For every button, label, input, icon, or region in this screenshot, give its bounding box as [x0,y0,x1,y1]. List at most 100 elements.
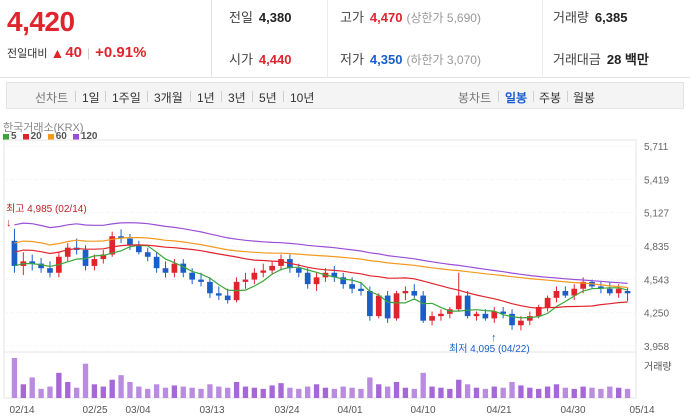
volume-bar [38,388,44,398]
volume-bar [207,384,213,398]
volume-bar [127,382,133,398]
volume-bar [544,386,551,398]
candle-body [304,272,311,285]
x-tick-label: 04/10 [410,405,435,416]
candle-body [438,313,444,317]
candle-body [349,284,355,289]
volume-bar [29,377,35,398]
y-tick-label: 4,543 [644,275,669,286]
candle-body [127,238,133,246]
candle-body [224,295,231,301]
candle-body [171,263,178,273]
price-chart[interactable]: 5,711 5,419 5,127 4,835 4,543 4,250 3,958 최고 4,… [0,0,690,416]
volume-bar [171,385,178,398]
volume-bar [305,386,311,398]
candle-body [473,313,480,317]
volume-bar [384,386,391,398]
candle-body [295,268,302,273]
candle-body [464,295,471,317]
x-tick-label: 04/30 [560,405,585,416]
high-annotation: 최고 4,985 (02/14) [6,203,87,215]
volume-bar [296,388,302,398]
volume-bar [589,387,595,398]
candle-body [358,288,364,292]
volume-bar [482,388,489,398]
volume-bar [358,388,364,398]
volume-bar [464,384,471,398]
candle-body [482,313,489,319]
volume-bar [509,382,515,398]
volume-bar [91,384,98,398]
volume-bar [225,387,231,398]
volume-bar [269,385,275,398]
volume-bar [518,385,524,398]
volume-bar [11,358,18,398]
candle-body [402,291,409,294]
volume-bar [553,384,560,398]
volume-bar [616,387,622,398]
volume-bar [473,387,480,398]
volume-bar [367,377,373,398]
volume-bar [571,388,577,398]
candle-body [518,320,524,326]
volume-bar [624,388,631,398]
volume-bar [491,386,497,398]
volume-bar [118,375,124,398]
volume-bar [216,386,222,398]
volume-bar [376,384,382,398]
ma-line-60 [14,236,628,289]
y-tick-label: 5,127 [644,209,669,220]
volume-bar [65,382,71,398]
volume-bar [411,388,417,398]
x-tick-label: 03/04 [125,405,150,416]
volume-bar [393,382,400,398]
volume-bar [242,386,249,398]
candle-body [615,288,622,294]
candle-body [491,311,498,319]
x-tick-label: 02/14 [9,405,34,416]
candle-body [509,313,515,326]
candle-body [411,291,418,296]
candle-body [420,295,427,321]
volume-bar [73,387,80,398]
candle-body [242,279,249,282]
volume-bar [447,388,453,398]
volume-bar [278,383,284,398]
low-arrow-icon: ↑ [491,332,497,344]
x-tick-label: 05/14 [629,405,654,416]
candle-body [144,252,151,257]
candle-body [198,279,204,282]
volume-bar [20,384,26,398]
volume-bar [145,388,151,398]
volume-bar [189,387,195,398]
volume-bar [562,387,569,398]
volume-bar [100,386,106,398]
volume-bar [82,363,89,398]
candle-body [47,268,53,273]
y-tick-label: 4,835 [644,242,669,253]
volume-bar [340,386,346,398]
volume-bar [607,386,613,398]
candle-body [162,268,169,273]
ma-line-120 [14,222,628,284]
x-tick-label: 04/01 [337,405,362,416]
volume-bar [580,386,586,398]
candle-body [455,295,462,310]
y-tick-label: 4,250 [644,309,669,320]
volume-bar [598,388,604,398]
volume-bar [136,386,142,398]
volume-bar [402,387,409,398]
volume-bar [162,387,169,398]
candle-body [375,295,382,317]
candle-body [606,288,613,294]
candle-body [393,293,400,319]
candle-body [367,291,373,317]
volume-bar [313,384,320,398]
candle-body [11,240,18,266]
candle-body [313,277,320,285]
volume-bar [500,387,506,398]
volume-bar [153,384,160,398]
volume-bar [287,387,293,398]
low-annotation: 최저 4,095 (04/22) [449,343,530,355]
volume-bar [109,379,115,398]
